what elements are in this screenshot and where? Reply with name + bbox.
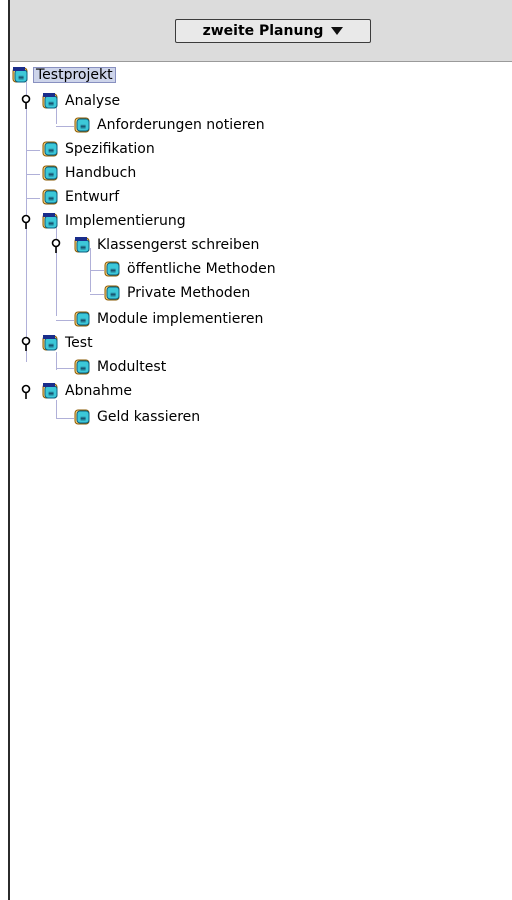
task-icon: ≡ [74, 409, 90, 425]
expander-toggle-icon[interactable] [20, 94, 32, 110]
task-group-icon: ≡ [42, 335, 58, 351]
svg-text:≡: ≡ [48, 389, 55, 398]
svg-text:≡: ≡ [80, 414, 87, 423]
svg-text:≡: ≡ [80, 243, 87, 252]
tree-line [56, 368, 74, 369]
tree-node-label: Entwurf [65, 189, 120, 205]
task-group-icon: ≡ [42, 93, 58, 109]
tree-line [56, 126, 74, 127]
tree-node-handbuch[interactable]: ≡ Handbuch [42, 162, 138, 184]
tree-line [26, 174, 40, 175]
tree-node-implementierung[interactable]: ≡ Implementierung [42, 210, 188, 232]
tree-line [90, 270, 104, 271]
tree-node-label: Implementierung [65, 213, 186, 229]
tree-node-private-methoden[interactable]: ≡ Private Methoden [104, 282, 252, 304]
tree-node-label: Testprojekt [33, 67, 116, 83]
tree-node-analyse[interactable]: ≡ Analyse [42, 90, 122, 112]
task-group-icon: ≡ [74, 237, 90, 253]
tree-node-oeffentliche-methoden[interactable]: ≡ öffentliche Methoden [104, 258, 278, 280]
tree-node-klassengerst-schreiben[interactable]: ≡ Klassengerst schreiben [74, 234, 261, 256]
planning-dropdown[interactable]: zweite Planung [175, 19, 371, 43]
tree-node-label: Module implementieren [97, 311, 264, 327]
tree-node-label: Abnahme [65, 383, 133, 399]
svg-text:≡: ≡ [48, 219, 55, 228]
tree-node-label: Geld kassieren [97, 409, 201, 425]
tree-line [56, 400, 57, 418]
task-icon: ≡ [42, 165, 58, 181]
tree-node-geld-kassieren[interactable]: ≡ Geld kassieren [74, 406, 202, 428]
task-icon: ≡ [104, 261, 120, 277]
svg-text:≡: ≡ [110, 290, 117, 299]
tree-node-testprojekt[interactable]: ≡ Testprojekt [12, 64, 116, 86]
task-icon: ≡ [42, 141, 58, 157]
tree-line [26, 150, 40, 151]
tree-node-label: Handbuch [65, 165, 137, 181]
tree-line [90, 294, 104, 295]
task-icon: ≡ [74, 359, 90, 375]
task-icon: ≡ [104, 285, 120, 301]
task-tree: ≡ Testprojekt ≡ Analyse ≡ Anforderungen … [0, 62, 512, 462]
tree-node-anforderungen-notieren[interactable]: ≡ Anforderungen notieren [74, 114, 267, 136]
svg-text:≡: ≡ [80, 316, 87, 325]
tree-node-test[interactable]: ≡ Test [42, 332, 95, 354]
tree-line [26, 198, 40, 199]
task-group-icon: ≡ [42, 383, 58, 399]
tree-node-spezifikation[interactable]: ≡ Spezifikation [42, 138, 157, 160]
svg-text:≡: ≡ [80, 364, 87, 373]
expander-toggle-icon[interactable] [50, 238, 62, 254]
svg-text:≡: ≡ [80, 122, 87, 131]
tree-line [56, 320, 74, 321]
task-group-icon: ≡ [42, 213, 58, 229]
tree-line [56, 418, 74, 419]
tree-node-label: öffentliche Methoden [127, 261, 276, 277]
expander-toggle-icon[interactable] [20, 384, 32, 400]
task-group-icon: ≡ [12, 67, 28, 83]
tree-node-label: Private Methoden [127, 285, 251, 301]
tree-node-entwurf[interactable]: ≡ Entwurf [42, 186, 121, 208]
tree-node-module-implementieren[interactable]: ≡ Module implementieren [74, 308, 265, 330]
svg-text:≡: ≡ [48, 99, 55, 108]
tree-node-label: Anforderungen notieren [97, 117, 265, 133]
expander-toggle-icon[interactable] [20, 214, 32, 230]
svg-text:≡: ≡ [48, 146, 55, 155]
chevron-down-icon [331, 27, 344, 35]
svg-text:≡: ≡ [48, 194, 55, 203]
planning-dropdown-label: zweite Planung [202, 23, 324, 39]
tree-node-label: Spezifikation [65, 141, 155, 157]
svg-text:≡: ≡ [48, 341, 55, 350]
tree-node-label: Test [65, 335, 93, 351]
planning-header: zweite Planung [10, 0, 512, 62]
tree-node-label: Modultest [97, 359, 167, 375]
tree-node-modultest[interactable]: ≡ Modultest [74, 356, 168, 378]
svg-text:≡: ≡ [110, 266, 117, 275]
expander-toggle-icon[interactable] [20, 336, 32, 352]
tree-node-label: Analyse [65, 93, 121, 109]
task-icon: ≡ [42, 189, 58, 205]
task-icon: ≡ [74, 117, 90, 133]
svg-text:≡: ≡ [48, 170, 55, 179]
tree-node-label: Klassengerst schreiben [97, 237, 260, 253]
tree-node-abnahme[interactable]: ≡ Abnahme [42, 380, 134, 402]
task-icon: ≡ [74, 311, 90, 327]
svg-text:≡: ≡ [18, 73, 25, 82]
